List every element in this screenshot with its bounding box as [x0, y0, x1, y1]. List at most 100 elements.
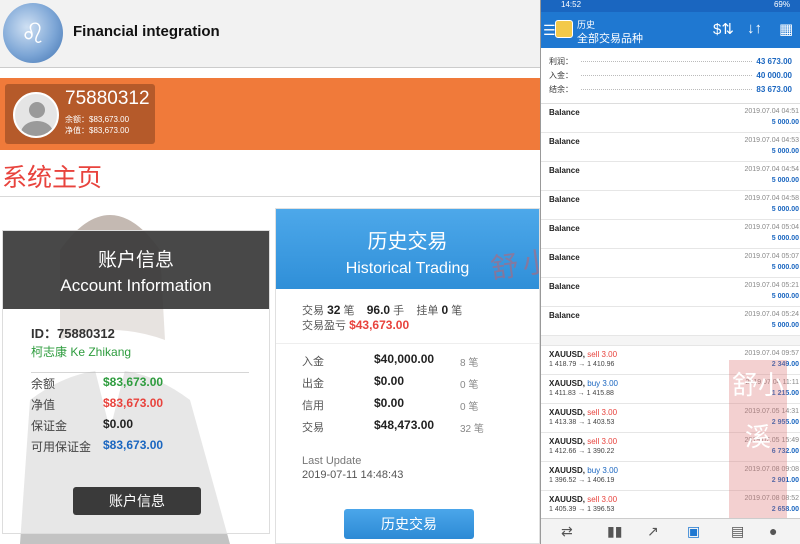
trades-count: 32 — [327, 303, 341, 317]
currency-filter-icon[interactable]: $⇅ — [713, 20, 734, 38]
status-bar: 14:52 69% — [541, 0, 800, 12]
battery-level: 69% — [773, 0, 790, 9]
item-amount: 5 000.00 — [771, 293, 799, 300]
history-stats: 交易 32 笔 96.0 手 挂单 0 笔 交易盈亏 $43,673.00 — [276, 289, 539, 333]
item-name: Balance — [549, 282, 580, 291]
trade-lots: 3.00 — [601, 350, 618, 359]
pending-unit: 笔 — [451, 305, 463, 317]
item-date: 2019.07.04 05:24 — [744, 311, 800, 318]
watermark-right: 舒小溪 — [729, 360, 787, 530]
deposit-label: 入金： — [549, 70, 573, 80]
trade-lots: 3.00 — [601, 495, 618, 504]
lots-unit: 手 — [393, 305, 405, 317]
item-date: 2019.07.04 05:04 — [744, 224, 800, 231]
user-equity: 净值：$83,673.00 — [65, 126, 130, 135]
item-name: XAUUSD, sell 3.00 — [549, 495, 618, 504]
trade-lots: 3.00 — [601, 408, 618, 417]
trades-unit: 笔 — [343, 305, 355, 317]
messages-icon[interactable]: ● — [769, 523, 777, 539]
deposit-value: $40,000.00 — [374, 352, 435, 366]
trade-prices: 1 411.83 → 1 415.88 — [549, 390, 614, 397]
balance-value: $83,673.00 — [103, 375, 164, 389]
credit-label: 信用 — [302, 400, 324, 412]
margin-label: 保证金 — [31, 419, 68, 433]
list-item[interactable]: Balance 2019.07.04 05:24 5 000.00 — [541, 307, 800, 336]
account-id: ID：75880312 — [31, 326, 115, 341]
summary: 利润： 43 673.00 入金： 40 000.00 结余： 83 673.00 — [541, 48, 800, 104]
user-account-id: 75880312 — [65, 88, 150, 109]
item-amount: 5 000.00 — [771, 177, 799, 184]
account-card: 账户信息 Account Information ID：75880312 柯志康… — [2, 230, 270, 534]
margin-value: $0.00 — [103, 417, 134, 431]
app-logo-icon — [555, 20, 573, 38]
trading-value: $48,473.00 — [374, 418, 435, 432]
item-name: XAUUSD, sell 3.00 — [549, 350, 618, 359]
item-amount: 5 000.00 — [771, 119, 799, 126]
item-name: Balance — [549, 195, 580, 204]
trade-side: sell — [587, 437, 600, 446]
list-item[interactable]: Balance 2019.07.04 04:54 5 000.00 — [541, 162, 800, 191]
brand-name: Financial integration — [73, 23, 220, 40]
lots-value: 96.0 — [366, 303, 391, 317]
account-card-body: ID：75880312 柯志康 Ke Zhikang — [3, 309, 269, 373]
quotes-icon[interactable]: ⇄ — [561, 523, 573, 540]
trade-side: sell — [587, 495, 600, 504]
pl-value: $43,673.00 — [349, 318, 410, 332]
item-name: XAUUSD, sell 3.00 — [549, 408, 618, 417]
list-item[interactable]: Balance 2019.07.04 04:58 5 000.00 — [541, 191, 800, 220]
account-info-button[interactable]: 账户信息 — [73, 487, 201, 515]
item-date: 2019.07.04 04:53 — [744, 137, 800, 144]
withdraw-count: 0 笔 — [460, 380, 479, 391]
list-item[interactable]: Balance 2019.07.04 05:04 5 000.00 — [541, 220, 800, 249]
pending-count: 0 — [441, 303, 449, 317]
trade-icon[interactable]: ↗ — [647, 523, 659, 540]
app-bar: ☰ 历史 全部交易品种 $⇅ ↓↑ ▦ — [541, 12, 800, 48]
trade-prices: 1 405.39 → 1 396.53 — [549, 506, 615, 513]
divider — [0, 196, 540, 197]
sort-icon[interactable]: ↓↑ — [747, 20, 762, 37]
lion-logo-icon: ♌ — [3, 3, 63, 63]
item-name: Balance — [549, 253, 580, 262]
history-tab-icon[interactable]: ▣ — [687, 523, 700, 540]
account-card-header: 账户信息 Account Information — [3, 231, 269, 309]
trade-side: sell — [587, 350, 600, 359]
chart-icon[interactable]: ▮▮ — [607, 523, 622, 540]
trade-lots: 3.00 — [602, 466, 618, 475]
trade-side: buy — [587, 466, 601, 475]
bottom-nav: ⇄ ▮▮ ↗ ▣ ▤ ● — [541, 518, 800, 544]
item-date: 2019.07.04 04:51 — [744, 108, 800, 115]
item-amount: 5 000.00 — [771, 206, 799, 213]
list-item[interactable]: Balance 2019.07.04 05:21 5 000.00 — [541, 278, 800, 307]
item-name: Balance — [549, 108, 580, 117]
list-separator — [541, 336, 800, 346]
item-date: 2019.07.04 04:58 — [744, 195, 800, 202]
history-button[interactable]: 历史交易 — [344, 509, 474, 539]
page-title: 系统主页 — [2, 164, 103, 192]
credit-value: $0.00 — [374, 396, 405, 410]
list-item[interactable]: Balance 2019.07.04 04:53 5 000.00 — [541, 133, 800, 162]
item-name: Balance — [549, 166, 580, 175]
calendar-icon[interactable]: ▦ — [779, 20, 793, 38]
list-item[interactable]: Balance 2019.07.04 04:51 5 000.00 — [541, 104, 800, 133]
menu-icon[interactable]: ☰ — [543, 22, 556, 39]
status-time: 14:52 — [561, 0, 582, 9]
news-icon[interactable]: ▤ — [731, 523, 744, 540]
user-summary: 75880312 余额：$83,673.00 净值：$83,673.00 — [5, 84, 155, 144]
item-amount: 5 000.00 — [771, 235, 799, 242]
equity-label: 净值 — [31, 398, 56, 412]
deposit-value: 40 000.00 — [756, 70, 792, 80]
pending-label: 挂单 — [416, 305, 439, 317]
trades-label: 交易 — [302, 305, 324, 317]
profit-label: 利润： — [549, 56, 573, 66]
item-name: XAUUSD, buy 3.00 — [549, 379, 618, 388]
item-name: XAUUSD, sell 3.00 — [549, 437, 618, 446]
user-bar: 75880312 余额：$83,673.00 净值：$83,673.00 — [0, 78, 540, 150]
item-date: 2019.07.04 09:57 — [744, 350, 800, 357]
item-name: Balance — [549, 311, 580, 320]
app-subtitle[interactable]: 全部交易品种 — [577, 30, 643, 46]
withdraw-label: 出金 — [302, 378, 324, 390]
last-update-time: 2019-07-11 14:48:43 — [302, 469, 404, 481]
credit-count: 0 笔 — [460, 402, 479, 413]
list-item[interactable]: Balance 2019.07.04 05:07 5 000.00 — [541, 249, 800, 278]
profit-value: 43 673.00 — [756, 56, 792, 66]
